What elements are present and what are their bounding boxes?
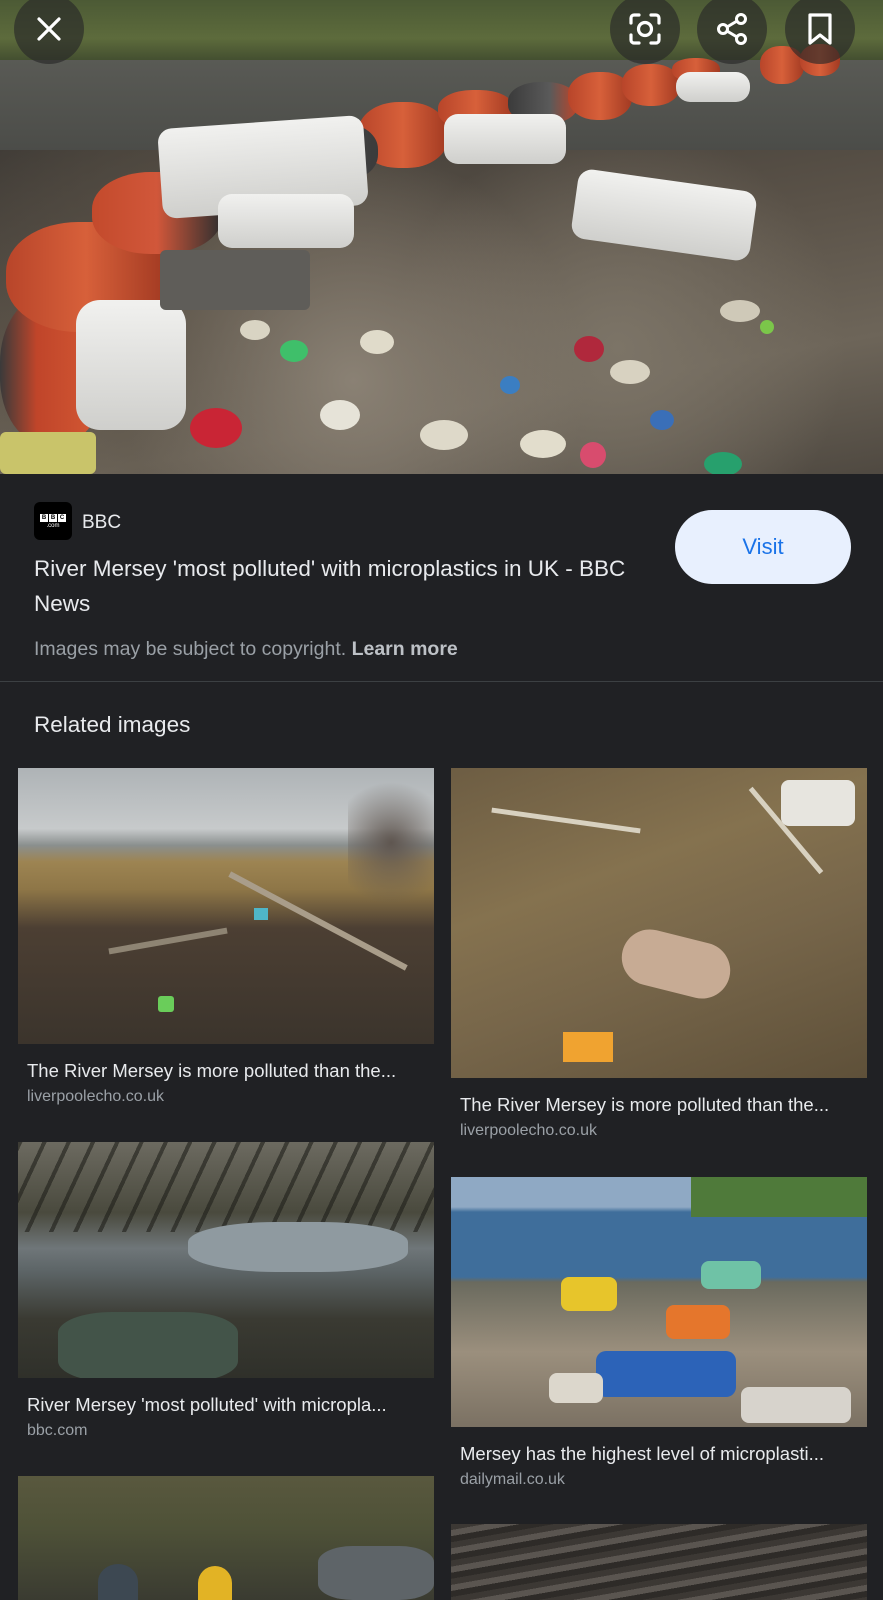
- ball: [704, 452, 742, 474]
- white-sack: [218, 194, 354, 248]
- bbc-logo: B B C .com: [34, 502, 72, 540]
- related-heading: Related images: [34, 712, 191, 737]
- related-domain: liverpoolecho.co.uk: [27, 1088, 164, 1105]
- logo-sub: .com: [46, 522, 60, 529]
- blue-barrel: [596, 1351, 736, 1397]
- share-icon: [717, 13, 747, 45]
- yellow-container: [0, 432, 96, 474]
- bottle: [240, 320, 270, 340]
- copyright-text: Images may be subject to copyright.: [34, 638, 347, 660]
- plastic-bottle: [781, 780, 855, 826]
- related-thumbnail[interactable]: [451, 768, 867, 1078]
- orange-container: [666, 1305, 730, 1339]
- litter: [254, 908, 268, 920]
- logo-letter: B: [40, 513, 48, 522]
- green-tarp: [58, 1312, 238, 1378]
- related-domain: dailymail.co.uk: [460, 1471, 565, 1488]
- white-sack: [76, 300, 186, 430]
- related-card[interactable]: [451, 1524, 867, 1600]
- related-title[interactable]: The River Mersey is more polluted than t…: [27, 1060, 396, 1082]
- related-card[interactable]: River Mersey 'most polluted' with microp…: [18, 1142, 434, 1439]
- related-thumbnail[interactable]: [451, 1177, 867, 1427]
- related-thumbnail[interactable]: [18, 1476, 434, 1600]
- related-card[interactable]: The River Mersey is more polluted than t…: [18, 768, 434, 1106]
- bottle: [650, 410, 674, 430]
- doll: [615, 923, 737, 1005]
- stick: [491, 807, 641, 834]
- source-name[interactable]: BBC: [82, 512, 121, 534]
- bare-tree: [348, 768, 434, 918]
- bottle: [760, 320, 774, 334]
- hero-image[interactable]: [0, 0, 883, 474]
- close-icon: [37, 17, 61, 41]
- tangled-branches: [18, 1142, 434, 1232]
- bookmark-icon: [808, 13, 832, 45]
- bottle: [520, 430, 566, 458]
- teal-container: [701, 1261, 761, 1289]
- concrete-slab: [160, 250, 310, 310]
- ball: [574, 336, 604, 362]
- related-title[interactable]: River Mersey 'most polluted' with microp…: [27, 1394, 387, 1416]
- bottle: [500, 376, 520, 394]
- logo-letter: B: [49, 513, 57, 522]
- copyright-notice: Images may be subject to copyright. Lear…: [34, 638, 458, 661]
- logo-letter: C: [58, 513, 66, 522]
- source-title[interactable]: River Mersey 'most polluted' with microp…: [34, 551, 654, 621]
- water-pool: [188, 1222, 408, 1272]
- white-sack: [676, 72, 750, 102]
- bottle: [610, 360, 650, 384]
- related-thumbnail[interactable]: [451, 1524, 867, 1600]
- bottle: [360, 330, 394, 354]
- white-container: [741, 1387, 851, 1423]
- visit-button[interactable]: Visit: [675, 510, 851, 584]
- driftwood: [108, 927, 228, 955]
- person: [198, 1566, 232, 1600]
- related-thumbnail[interactable]: [18, 1142, 434, 1378]
- rock: [318, 1546, 434, 1600]
- litter: [158, 996, 174, 1012]
- related-thumbnail[interactable]: [18, 768, 434, 1044]
- bottle: [320, 400, 360, 430]
- bottle: [420, 420, 468, 450]
- related-card[interactable]: The River Mersey is more polluted than t…: [451, 768, 867, 1139]
- learn-more-link[interactable]: Learn more: [352, 638, 458, 660]
- yellow-container: [561, 1277, 617, 1311]
- white-sack: [444, 114, 566, 164]
- related-title[interactable]: The River Mersey is more polluted than t…: [460, 1094, 829, 1116]
- related-card[interactable]: Mersey has the highest level of micropla…: [451, 1177, 867, 1489]
- related-title[interactable]: Mersey has the highest level of micropla…: [460, 1443, 824, 1465]
- grass-bank: [691, 1177, 867, 1217]
- related-domain: liverpoolecho.co.uk: [460, 1122, 597, 1139]
- bottle: [720, 300, 760, 322]
- lens-icon: [629, 13, 661, 45]
- related-domain: bbc.com: [27, 1422, 88, 1439]
- related-card[interactable]: [18, 1476, 434, 1600]
- red-bottle: [190, 408, 242, 448]
- white-container: [549, 1373, 603, 1403]
- bottle: [280, 340, 308, 362]
- ball: [580, 442, 606, 468]
- person: [98, 1564, 138, 1600]
- litter: [563, 1032, 613, 1062]
